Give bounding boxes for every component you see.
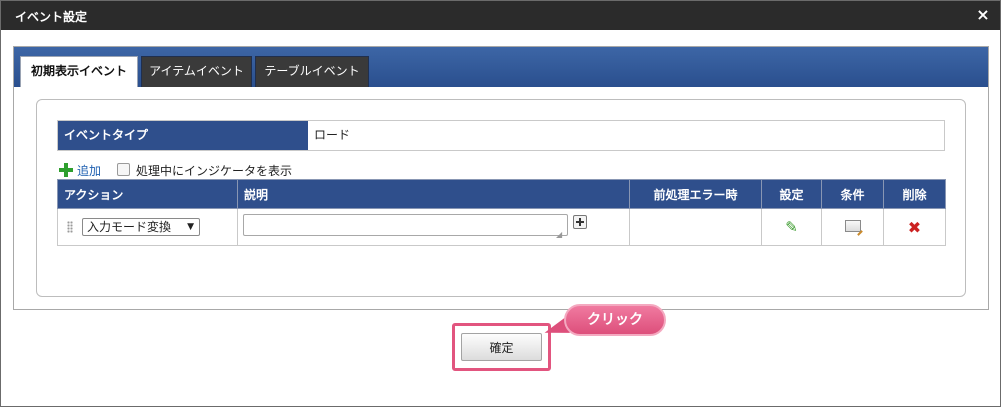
expand-plus-icon[interactable]: [573, 215, 587, 229]
tab-panel: 初期表示イベント アイテムイベント テーブルイベント イベントタイプ ロード 追…: [13, 46, 989, 310]
tab-table-event[interactable]: テーブルイベント: [255, 56, 369, 87]
description-textarea[interactable]: [243, 214, 568, 236]
delete-cell: ✖: [883, 208, 946, 246]
drag-handle-icon[interactable]: [67, 221, 73, 233]
indicator-checkbox-label: 処理中にインジケータを表示: [136, 164, 293, 178]
col-header-action: アクション: [57, 179, 238, 209]
indicator-checkbox[interactable]: [117, 163, 130, 176]
col-header-delete: 削除: [883, 179, 946, 209]
delete-x-icon[interactable]: ✖: [908, 218, 921, 237]
event-content-box: イベントタイプ ロード 追加 処理中にインジケータを表示 アクション 説明 前処…: [36, 99, 966, 297]
col-header-description: 説明: [237, 179, 630, 209]
event-type-row: イベントタイプ ロード: [57, 120, 945, 151]
tab-initial-display-event[interactable]: 初期表示イベント: [20, 56, 138, 87]
action-select-value: 入力モード変換: [87, 220, 172, 234]
col-header-settings: 設定: [761, 179, 822, 209]
chevron-down-icon: ▼: [187, 222, 194, 232]
condition-cell: [821, 208, 884, 246]
resize-grip-icon[interactable]: ◢: [556, 230, 628, 245]
pencil-edit-icon[interactable]: ✎: [785, 218, 798, 236]
event-type-value: ロード: [314, 128, 351, 142]
action-select[interactable]: 入力モード変換 ▼: [82, 218, 200, 236]
action-table: アクション 説明 前処理エラー時 設定 条件 削除 入力モード変換 ▼ ◢ ✎ …: [57, 179, 946, 246]
pre-error-cell: [629, 208, 762, 246]
col-header-condition: 条件: [821, 179, 884, 209]
dialog-title: イベント設定: [15, 10, 88, 24]
description-cell: ◢: [237, 208, 630, 246]
event-type-label: イベントタイプ: [58, 121, 308, 150]
add-action-link[interactable]: 追加: [77, 162, 101, 179]
event-settings-dialog: イベント設定 × 初期表示イベント アイテムイベント テーブルイベント イベント…: [0, 0, 1001, 407]
col-header-pre-error: 前処理エラー時: [629, 179, 762, 209]
settings-cell: ✎: [761, 208, 822, 246]
action-table-header: アクション 説明 前処理エラー時 設定 条件 削除: [57, 179, 946, 209]
confirm-button[interactable]: 確定: [461, 333, 542, 361]
tab-bar: 初期表示イベント アイテムイベント テーブルイベント: [14, 47, 988, 87]
click-callout: クリック: [564, 304, 666, 336]
dialog-titlebar: イベント設定 ×: [1, 1, 1000, 30]
action-cell: 入力モード変換 ▼: [57, 208, 238, 246]
condition-edit-icon[interactable]: [844, 219, 861, 232]
tab-item-event[interactable]: アイテムイベント: [141, 56, 252, 87]
add-plus-icon[interactable]: [59, 163, 73, 177]
table-row: 入力モード変換 ▼ ◢ ✎ ✖: [57, 208, 946, 246]
close-icon[interactable]: ×: [974, 6, 992, 24]
